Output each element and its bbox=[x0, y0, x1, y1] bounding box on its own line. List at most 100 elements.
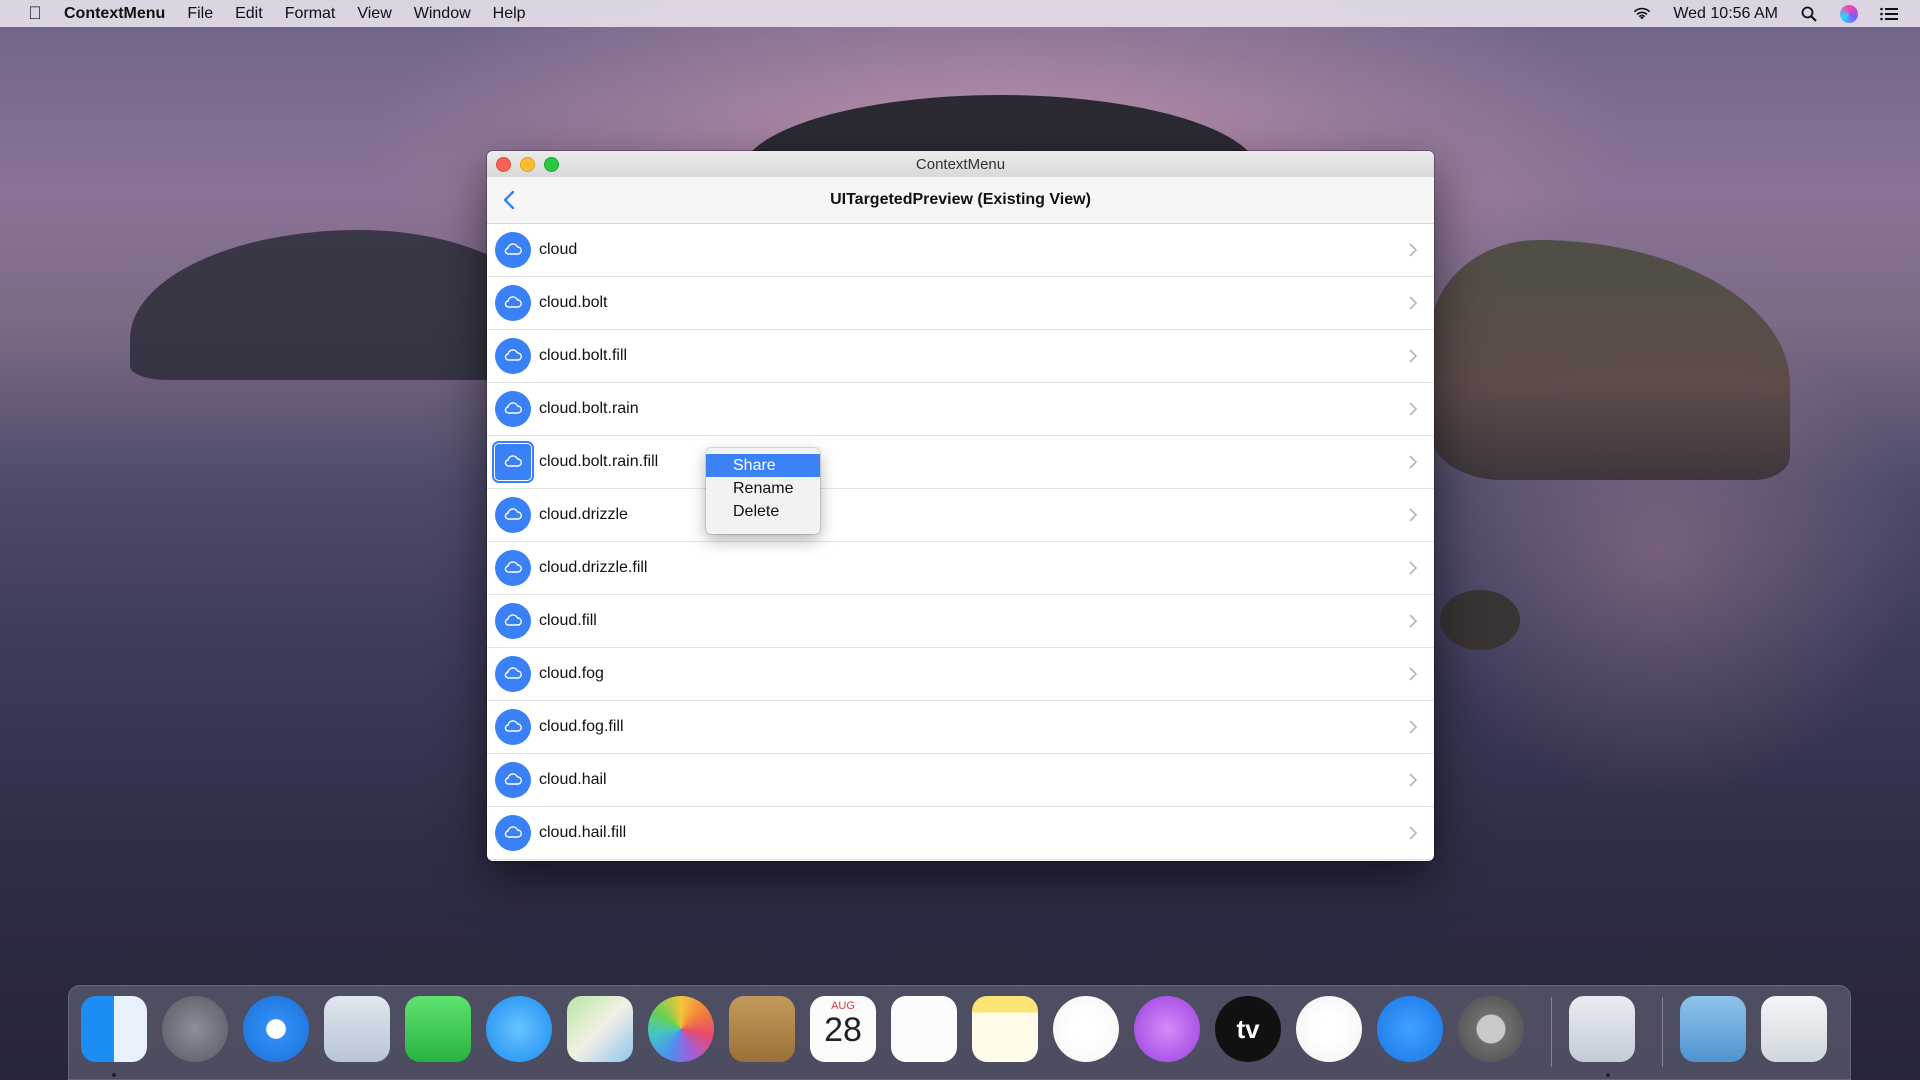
list-row-label: cloud bbox=[539, 241, 578, 258]
chevron-right-icon bbox=[1408, 348, 1418, 364]
close-button[interactable] bbox=[496, 157, 511, 172]
finder-running-indicator bbox=[112, 1073, 116, 1077]
list-row[interactable]: cloud.drizzle bbox=[487, 489, 1434, 542]
menu-format[interactable]: Format bbox=[285, 5, 336, 23]
chevron-right-icon bbox=[1408, 401, 1418, 417]
window-title: ContextMenu bbox=[915, 155, 1006, 173]
photos-icon[interactable] bbox=[648, 996, 714, 1062]
trash-icon[interactable] bbox=[1761, 996, 1827, 1062]
music-icon[interactable] bbox=[1053, 996, 1119, 1062]
cloud-icon bbox=[495, 815, 531, 851]
list-row-label: cloud.fill bbox=[539, 612, 597, 629]
context-menu-rename[interactable]: Rename bbox=[706, 477, 820, 500]
menu-window[interactable]: Window bbox=[414, 5, 471, 23]
chevron-right-icon bbox=[1408, 825, 1418, 841]
tv-icon[interactable]: tv bbox=[1215, 996, 1281, 1062]
chevron-right-icon bbox=[1408, 454, 1418, 470]
cloud-icon bbox=[495, 285, 531, 321]
menu-view[interactable]: View bbox=[357, 5, 391, 23]
dock: AUG 28 tv bbox=[68, 985, 1851, 1080]
list-row-label: cloud.bolt bbox=[539, 294, 608, 311]
siri-icon[interactable] bbox=[1840, 4, 1858, 23]
app-store-icon[interactable] bbox=[1377, 996, 1443, 1062]
xcode-icon[interactable] bbox=[1569, 996, 1635, 1062]
nav-title: UITargetedPreview (Existing View) bbox=[830, 191, 1091, 208]
news-icon[interactable] bbox=[1296, 996, 1362, 1062]
calendar-icon[interactable]: AUG 28 bbox=[810, 996, 876, 1062]
notification-center-icon[interactable] bbox=[1880, 5, 1898, 23]
list-row[interactable]: cloud.bolt.rain bbox=[487, 383, 1434, 436]
context-menu: Share Rename Delete bbox=[706, 448, 820, 534]
wallpaper-rock bbox=[1440, 590, 1520, 650]
chevron-right-icon bbox=[1408, 560, 1418, 576]
symbol-list: cloud cloud.bolt cloud.bolt.fill cloud.bolt… bbox=[487, 224, 1434, 860]
list-row[interactable]: cloud.bolt.fill bbox=[487, 330, 1434, 383]
notes-icon[interactable] bbox=[972, 996, 1038, 1062]
menu-app-name[interactable]: ContextMenu bbox=[64, 5, 165, 23]
minimize-button[interactable] bbox=[520, 157, 535, 172]
list-row-label: cloud.fog bbox=[539, 665, 604, 682]
menu-bar:  ContextMenu File Edit Format View Wind… bbox=[0, 0, 1920, 27]
maps-icon[interactable] bbox=[567, 996, 633, 1062]
contacts-icon[interactable] bbox=[729, 996, 795, 1062]
list-row[interactable]: cloud.hail bbox=[487, 754, 1434, 807]
menu-help[interactable]: Help bbox=[493, 5, 526, 23]
list-row-label: cloud.fog.fill bbox=[539, 718, 624, 735]
chevron-right-icon bbox=[1408, 613, 1418, 629]
downloads-folder-icon[interactable] bbox=[1680, 996, 1746, 1062]
cloud-icon bbox=[495, 391, 531, 427]
list-row[interactable]: cloud.drizzle.fill bbox=[487, 542, 1434, 595]
calendar-day: 28 bbox=[824, 1011, 862, 1049]
mail-icon[interactable] bbox=[324, 996, 390, 1062]
cloud-icon bbox=[495, 550, 531, 586]
list-row[interactable]: cloud.fog bbox=[487, 648, 1434, 701]
menu-file[interactable]: File bbox=[187, 5, 213, 23]
chevron-right-icon bbox=[1408, 295, 1418, 311]
wifi-icon[interactable] bbox=[1633, 5, 1651, 23]
messages-icon[interactable] bbox=[486, 996, 552, 1062]
list-row-label: cloud.bolt.rain bbox=[539, 400, 639, 417]
system-preferences-icon[interactable] bbox=[1458, 996, 1524, 1062]
clock[interactable]: Wed 10:56 AM bbox=[1673, 5, 1778, 23]
chevron-right-icon bbox=[1408, 772, 1418, 788]
app-window: ContextMenu UITargetedPreview (Existing … bbox=[487, 151, 1434, 861]
cloud-icon bbox=[495, 497, 531, 533]
cloud-icon bbox=[495, 603, 531, 639]
cloud-icon bbox=[492, 441, 534, 483]
list-row-label: cloud.hail.fill bbox=[539, 824, 627, 841]
list-row[interactable]: cloud bbox=[487, 224, 1434, 277]
safari-icon[interactable] bbox=[243, 996, 309, 1062]
navigation-bar: UITargetedPreview (Existing View) bbox=[487, 177, 1434, 224]
list-row[interactable]: cloud.hail.fill bbox=[487, 807, 1434, 860]
zoom-button[interactable] bbox=[544, 157, 559, 172]
spotlight-icon[interactable] bbox=[1800, 5, 1818, 23]
context-menu-share[interactable]: Share bbox=[706, 454, 820, 477]
chevron-right-icon bbox=[1408, 719, 1418, 735]
menu-edit[interactable]: Edit bbox=[235, 5, 263, 23]
window-titlebar[interactable]: ContextMenu bbox=[487, 151, 1434, 177]
apple-icon[interactable]:  bbox=[22, 3, 48, 24]
list-row-label: cloud.drizzle.fill bbox=[539, 559, 648, 576]
list-row[interactable]: cloud.bolt.rain.fill bbox=[487, 436, 1434, 489]
list-row[interactable]: cloud.fill bbox=[487, 595, 1434, 648]
context-menu-delete[interactable]: Delete bbox=[706, 500, 820, 523]
chevron-right-icon bbox=[1408, 507, 1418, 523]
cloud-icon bbox=[495, 709, 531, 745]
facetime-icon[interactable] bbox=[405, 996, 471, 1062]
podcasts-icon[interactable] bbox=[1134, 996, 1200, 1062]
reminders-icon[interactable] bbox=[891, 996, 957, 1062]
list-row[interactable]: cloud.bolt bbox=[487, 277, 1434, 330]
back-chevron-icon[interactable] bbox=[495, 186, 523, 214]
cloud-icon bbox=[495, 762, 531, 798]
finder-icon[interactable] bbox=[81, 996, 147, 1062]
list-row-label: cloud.drizzle bbox=[539, 506, 628, 523]
chevron-right-icon bbox=[1408, 666, 1418, 682]
wallpaper-island-right bbox=[1430, 240, 1790, 480]
cloud-icon bbox=[495, 232, 531, 268]
list-row-label: cloud.hail bbox=[539, 771, 607, 788]
cloud-icon bbox=[495, 338, 531, 374]
launchpad-icon[interactable] bbox=[162, 996, 228, 1062]
list-row[interactable]: cloud.fog.fill bbox=[487, 701, 1434, 754]
tv-label: tv bbox=[1236, 1013, 1260, 1044]
dock-separator bbox=[1551, 997, 1552, 1067]
